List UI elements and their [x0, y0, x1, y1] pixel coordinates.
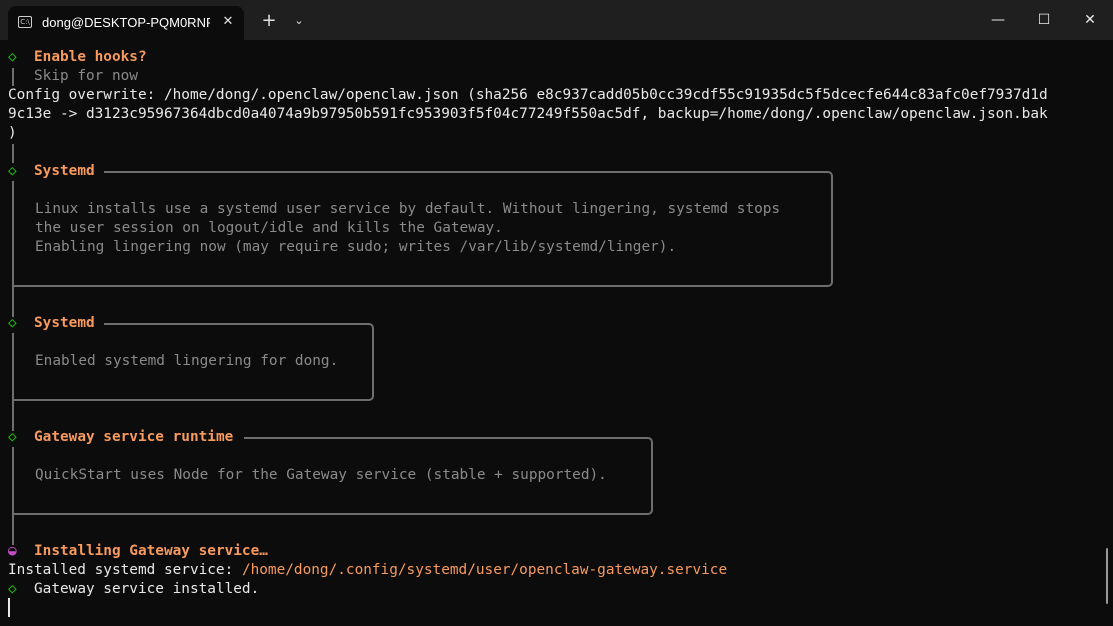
config-line-1: Config overwrite: /home/dong/.openclaw/o… [8, 87, 1048, 103]
terminal-tab[interactable]: C:\ dong@DESKTOP-PQM0RNP: ~ ✕ [8, 6, 244, 40]
hooks-choice: Skip for now [34, 68, 138, 84]
box2-title: Systemd [34, 315, 95, 331]
box3-title-line: ◇ Gateway service runtime [8, 428, 233, 447]
minimize-button[interactable]: — [975, 0, 1021, 40]
box1-line-3: Enabling lingering now (may require sudo… [35, 239, 677, 255]
installing-text: Installing Gateway service… [34, 543, 268, 559]
box1-line-2: the user session on logout/idle and kill… [35, 220, 503, 236]
diamond-icon: ◇ [8, 49, 17, 65]
terminal-output[interactable]: ◇ Enable hooks? Skip for now Config over… [0, 40, 1113, 626]
close-window-button[interactable]: ✕ [1067, 0, 1113, 40]
hooks-title: Enable hooks? [34, 49, 147, 65]
installed-path: /home/dong/.config/systemd/user/openclaw… [241, 562, 728, 578]
connector-bar [12, 144, 14, 163]
terminal-icon: C:\ [18, 16, 32, 28]
box1-title-line: ◇ Systemd [8, 162, 95, 181]
tab-dropdown-chevron-icon[interactable]: ⌄ [289, 10, 309, 32]
done-line: ◇ Gateway service installed. [8, 580, 259, 599]
config-line-3: ) [8, 125, 17, 141]
maximize-button[interactable]: ☐ [1021, 0, 1067, 40]
scrollbar[interactable] [1106, 548, 1108, 604]
box1-line-1: Linux installs use a systemd user servic… [35, 201, 781, 217]
done-text: Gateway service installed. [34, 581, 260, 597]
diamond-icon: ◇ [8, 429, 17, 445]
text-cursor [8, 598, 10, 617]
close-tab-icon[interactable]: ✕ [218, 12, 238, 32]
box3-title: Gateway service runtime [34, 429, 234, 445]
hooks-prompt-line: ◇ Enable hooks? [8, 48, 147, 67]
box2-line-1: Enabled systemd lingering for dong. [35, 353, 339, 369]
installed-prefix: Installed systemd service: [8, 562, 242, 578]
new-tab-button[interactable]: + [258, 10, 280, 32]
installed-line: Installed systemd service: /home/dong/.c… [8, 561, 727, 580]
hooks-choice-line: Skip for now [8, 67, 138, 86]
spinner-icon: ◒ [8, 543, 17, 559]
box3-line-1: QuickStart uses Node for the Gateway ser… [35, 467, 607, 483]
box2-title-line: ◇ Systemd [8, 314, 95, 333]
diamond-icon: ◇ [8, 581, 17, 597]
tab-title: dong@DESKTOP-PQM0RNP: ~ [42, 15, 210, 30]
installing-line: ◒ Installing Gateway service… [8, 542, 268, 561]
diamond-icon: ◇ [8, 315, 17, 331]
diamond-icon: ◇ [8, 163, 17, 179]
config-line-2: 9c13e -> d3123c95967364dbcd0a4074a9b9795… [8, 106, 1048, 122]
box1-title: Systemd [34, 163, 95, 179]
title-bar: C:\ dong@DESKTOP-PQM0RNP: ~ ✕ + ⌄ — ☐ ✕ [0, 0, 1113, 40]
